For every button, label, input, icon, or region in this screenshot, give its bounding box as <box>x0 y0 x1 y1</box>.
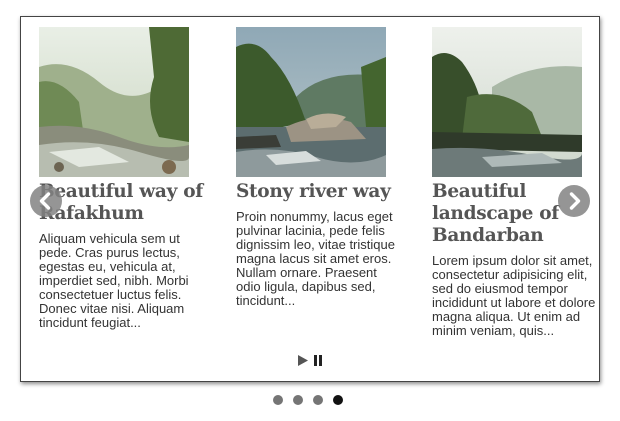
pause-icon[interactable] <box>313 354 323 367</box>
carousel: Beautiful way of Rafakhum Aliquam vehicu… <box>20 16 600 382</box>
slide-text: Aliquam vehicula sem ut pede. Cras purus… <box>39 231 189 330</box>
next-arrow-button[interactable] <box>558 185 590 217</box>
prev-arrow-button[interactable] <box>30 185 62 217</box>
playback-controls <box>297 354 325 368</box>
pagination-dot[interactable] <box>293 395 303 405</box>
chevron-right-icon <box>569 192 581 210</box>
slide-text: Proin nonummy, lacus eget pulvinar lacin… <box>236 209 395 308</box>
pagination-dot-active[interactable] <box>333 395 343 405</box>
slide-image <box>39 27 189 177</box>
slide-text: Lorem ipsum dolor sit amet, consectetur … <box>432 253 596 338</box>
pagination-dot[interactable] <box>313 395 323 405</box>
slide-card: Stony river way Proin nonummy, lacus ege… <box>236 27 404 308</box>
slide-image <box>236 27 386 177</box>
slide-card: Beautiful landscape of Bandarban Lorem i… <box>432 27 599 338</box>
chevron-left-icon <box>39 192 51 210</box>
slide-card: Beautiful way of Rafakhum Aliquam vehicu… <box>39 27 207 330</box>
slide-title: Beautiful way of Rafakhum <box>39 181 203 224</box>
slide-image <box>432 27 582 177</box>
slide-title: Stony river way <box>236 181 391 202</box>
pagination-dot[interactable] <box>273 395 283 405</box>
play-icon[interactable] <box>297 354 309 367</box>
